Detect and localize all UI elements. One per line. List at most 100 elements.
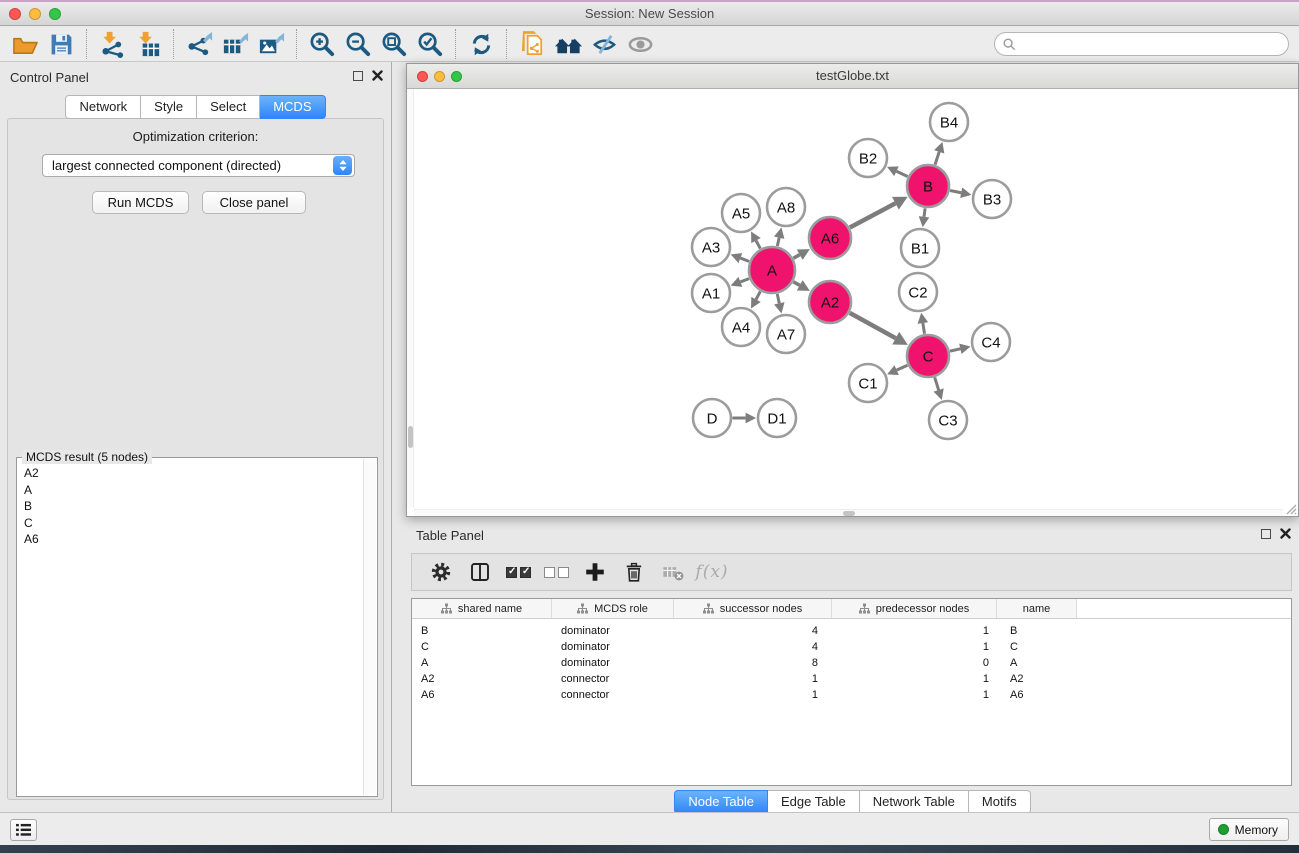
tab-mcds[interactable]: MCDS <box>260 95 325 119</box>
vertical-scroll-thumb[interactable] <box>408 426 413 448</box>
tab-network-table[interactable]: Network Table <box>860 790 969 814</box>
float-table-panel-icon[interactable] <box>1261 529 1271 539</box>
graph-edge-A-A2[interactable] <box>793 282 799 285</box>
table-cell[interactable]: dominator <box>552 655 674 671</box>
graph-edge-A-A8[interactable] <box>777 238 779 246</box>
task-history-button[interactable] <box>10 819 37 841</box>
result-item[interactable]: A6 <box>18 531 362 548</box>
result-item[interactable]: C <box>18 515 362 532</box>
network-horizontal-scrollbar[interactable] <box>414 509 1283 516</box>
table-cell[interactable]: 4 <box>674 639 832 655</box>
tab-motifs[interactable]: Motifs <box>969 790 1031 814</box>
graph-edge-C-C4[interactable] <box>950 349 960 351</box>
table-cell[interactable]: 1 <box>674 687 832 703</box>
table-cell[interactable]: 1 <box>832 687 997 703</box>
add-row-button[interactable] <box>582 558 608 586</box>
result-item[interactable]: A2 <box>18 465 362 482</box>
column-header-mcds-role[interactable]: MCDS role <box>552 599 674 618</box>
table-cell[interactable]: dominator <box>552 623 674 639</box>
table-cell[interactable]: 1 <box>832 671 997 687</box>
graph-edge-A-A4[interactable] <box>756 292 760 300</box>
column-header-successor-nodes[interactable]: successor nodes <box>674 599 832 618</box>
table-row[interactable]: A2connector11A2 <box>412 671 1291 687</box>
graph-edge-B-B1[interactable] <box>924 208 925 217</box>
graph-edge-B-B2[interactable] <box>896 171 907 176</box>
export-table-button[interactable] <box>217 28 253 60</box>
column-header-predecessor-nodes[interactable]: predecessor nodes <box>832 599 997 618</box>
result-item[interactable]: B <box>18 498 362 515</box>
optimization-criterion-select[interactable]: largest connected component (directed) <box>42 154 355 177</box>
minimize-window-button[interactable] <box>29 8 41 20</box>
hide-graphics-details-button[interactable] <box>586 28 622 60</box>
network-canvas[interactable]: B4B2BB3A5A8A6A3B1AA1C2A2A4A7C4CC1C3DD1 <box>407 89 1298 516</box>
fit-columns-button[interactable] <box>467 558 493 586</box>
new-network-from-selection-button[interactable] <box>514 28 550 60</box>
float-panel-icon[interactable] <box>353 71 363 81</box>
graph-edge-A-A5[interactable] <box>756 241 760 249</box>
table-cell[interactable]: B <box>997 623 1077 639</box>
graph-edge-A2-C[interactable] <box>850 313 896 338</box>
close-panel-icon[interactable] <box>372 70 383 81</box>
table-cell[interactable]: C <box>412 639 552 655</box>
table-cell[interactable]: dominator <box>552 639 674 655</box>
table-cell[interactable]: connector <box>552 687 674 703</box>
table-row[interactable]: Adominator80A <box>412 655 1291 671</box>
zoom-view-button[interactable] <box>451 71 462 82</box>
column-settings-button[interactable] <box>428 558 454 586</box>
table-cell[interactable]: 1 <box>832 639 997 655</box>
delete-table-button[interactable] <box>660 558 686 586</box>
table-cell[interactable]: 4 <box>674 623 832 639</box>
table-cell[interactable]: A6 <box>412 687 552 703</box>
network-vertical-scrollbar[interactable] <box>407 89 414 508</box>
memory-button[interactable]: Memory <box>1209 818 1289 841</box>
graph-edge-C-C1[interactable] <box>897 365 908 370</box>
deselect-all-button[interactable] <box>544 567 569 578</box>
import-table-button[interactable] <box>130 28 166 60</box>
table-cell[interactable]: 1 <box>674 671 832 687</box>
tab-network[interactable]: Network <box>65 95 141 119</box>
result-scrollbar[interactable] <box>363 459 376 795</box>
table-cell[interactable]: 8 <box>674 655 832 671</box>
resize-grip-icon[interactable] <box>1283 501 1297 515</box>
search-input[interactable] <box>1021 37 1280 51</box>
graph-edge-A-A6[interactable] <box>793 255 799 258</box>
zoom-in-button[interactable] <box>304 28 340 60</box>
import-network-button[interactable] <box>94 28 130 60</box>
close-window-button[interactable] <box>9 8 21 20</box>
home-button[interactable] <box>550 28 586 60</box>
graph-edge-A-A7[interactable] <box>777 294 779 303</box>
close-table-panel-icon[interactable] <box>1280 528 1291 539</box>
horizontal-scroll-thumb[interactable] <box>843 511 855 516</box>
tab-style[interactable]: Style <box>141 95 197 119</box>
table-cell[interactable]: A2 <box>412 671 552 687</box>
table-row[interactable]: A6connector11A6 <box>412 687 1291 703</box>
close-panel-button[interactable]: Close panel <box>202 191 306 214</box>
tab-node-table[interactable]: Node Table <box>674 790 768 814</box>
tab-select[interactable]: Select <box>197 95 260 119</box>
delete-row-button[interactable] <box>621 558 647 586</box>
graph-edge-A-A3[interactable] <box>740 258 749 261</box>
run-mcds-button[interactable]: Run MCDS <box>92 191 189 214</box>
function-builder-button[interactable]: f(x) <box>699 558 725 586</box>
table-cell[interactable]: A <box>997 655 1077 671</box>
graph-edge-C-C3[interactable] <box>935 377 939 390</box>
graph-edge-C-C2[interactable] <box>923 323 925 334</box>
save-session-button[interactable] <box>43 28 79 60</box>
select-all-button[interactable] <box>506 567 531 578</box>
table-cell[interactable]: A <box>412 655 552 671</box>
table-row[interactable]: Cdominator41C <box>412 639 1291 655</box>
zoom-window-button[interactable] <box>49 8 61 20</box>
table-cell[interactable]: A6 <box>997 687 1077 703</box>
open-session-button[interactable] <box>7 28 43 60</box>
table-cell[interactable]: B <box>412 623 552 639</box>
column-header-name[interactable]: name <box>997 599 1077 618</box>
export-image-button[interactable] <box>253 28 289 60</box>
minimize-view-button[interactable] <box>434 71 445 82</box>
column-header-shared-name[interactable]: shared name <box>412 599 552 618</box>
graph-edge-A6-B[interactable] <box>850 203 896 227</box>
export-network-button[interactable] <box>181 28 217 60</box>
graph-edge-A-A1[interactable] <box>740 279 749 282</box>
zoom-selected-button[interactable] <box>412 28 448 60</box>
table-cell[interactable]: 0 <box>832 655 997 671</box>
table-cell[interactable]: 1 <box>832 623 997 639</box>
